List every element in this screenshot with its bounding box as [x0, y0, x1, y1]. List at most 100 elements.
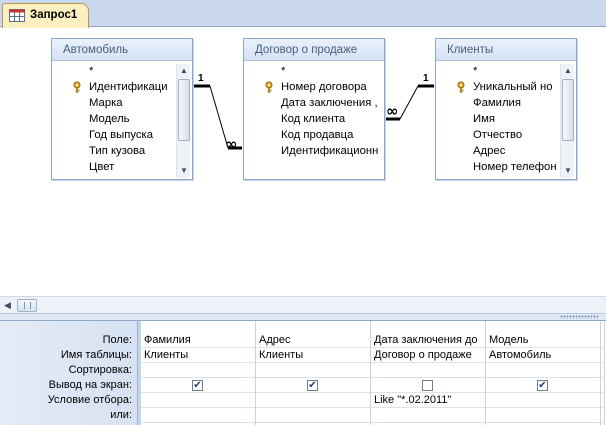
table-field[interactable]: * [244, 63, 384, 79]
grid-row-labels: Поле: Имя таблицы: Сортировка: Вывод на … [0, 321, 138, 425]
field-name: Код продавца [281, 129, 354, 141]
grid-cell-sort[interactable] [256, 363, 370, 378]
scroll-up-icon[interactable]: ▲ [177, 64, 191, 78]
grid-cell-criteria[interactable] [601, 393, 604, 408]
table-field[interactable]: Цвет [52, 159, 176, 175]
table-dogovor-o-prodazhe[interactable]: Договор о продаже * Номер договора Дата за… [243, 38, 385, 180]
table-field[interactable]: * [436, 63, 560, 79]
grid-cell-or[interactable] [141, 408, 255, 423]
field-name: Марка [89, 97, 123, 109]
show-checkbox[interactable] [422, 380, 433, 391]
grid-cell-criteria[interactable]: Like "*.02.2011" [371, 393, 485, 408]
field-list: * Уникальный но Фамилия Имя Отчество Адрес Ном… [436, 63, 560, 179]
primary-key-field[interactable]: Идентификаци [52, 79, 176, 95]
scroll-thumb[interactable] [562, 79, 574, 141]
grid-cell-or[interactable] [486, 408, 600, 423]
grid-cell-criteria[interactable] [486, 393, 600, 408]
tab-query1[interactable]: Запрос1 [2, 3, 89, 28]
table-field[interactable]: Код клиента [244, 111, 384, 127]
table-title[interactable]: Автомобиль [52, 39, 192, 61]
grid-cell-criteria[interactable] [256, 393, 370, 408]
grid-column[interactable]: Дата заключения до Договор о продаже Like … [371, 321, 486, 425]
row-label-criteria: Условие отбора: [47, 394, 132, 406]
grid-cell-criteria[interactable] [141, 393, 255, 408]
table-field[interactable]: Фамилия [436, 95, 560, 111]
grid-cell-field[interactable]: Модель [486, 333, 600, 348]
design-area-horizontal-scrollbar[interactable]: ◀ [0, 296, 606, 313]
table-field[interactable]: Адрес [436, 143, 560, 159]
grid-cell-field[interactable]: Дата заключения до [371, 333, 485, 348]
grid-column[interactable]: Адрес Клиенты [256, 321, 371, 425]
scroll-down-icon[interactable]: ▼ [177, 164, 191, 178]
show-checkbox[interactable] [307, 380, 318, 391]
table-field[interactable]: Имя [436, 111, 560, 127]
table-field[interactable]: Год выпуска [52, 127, 176, 143]
grid-column[interactable]: Фамилия Клиенты [141, 321, 256, 425]
join-one-label: 1 [423, 73, 429, 84]
query-design-area[interactable]: 1 ∞ 1 ∞ Автомобиль * Идентификаци Марка Мод… [0, 28, 606, 296]
grid-cell-or[interactable] [256, 408, 370, 423]
field-name: Номер телефон [473, 161, 557, 173]
primary-key-field[interactable]: Уникальный но [436, 79, 560, 95]
grid-cell-sort[interactable] [141, 363, 255, 378]
field-name: Идентификаци [89, 81, 168, 93]
primary-key-field[interactable]: Номер договора [244, 79, 384, 95]
table-field[interactable]: Номер телефон [436, 159, 560, 175]
splitter-grip-icon [560, 315, 598, 319]
grid-column[interactable]: Модель Автомобиль [486, 321, 601, 425]
scroll-down-icon[interactable]: ▼ [561, 164, 575, 178]
query-design-grid[interactable]: Поле: Имя таблицы: Сортировка: Вывод на … [0, 321, 606, 425]
grid-column[interactable] [601, 321, 605, 425]
table-field[interactable]: Код продавца [244, 127, 384, 143]
table-field[interactable]: * [52, 63, 176, 79]
grid-cell-table[interactable]: Автомобиль [486, 348, 600, 363]
grid-cell-show[interactable] [601, 378, 604, 393]
grid-cell-table[interactable]: Клиенты [256, 348, 370, 363]
grid-cell-show[interactable] [371, 378, 485, 393]
scroll-up-icon[interactable]: ▲ [561, 64, 575, 78]
show-checkbox[interactable] [537, 380, 548, 391]
grid-cell-sort[interactable] [601, 363, 604, 378]
table-field[interactable]: Тип кузова [52, 143, 176, 159]
field-list: * Идентификаци Марка Модель Год выпуска Тип к… [52, 63, 176, 179]
grip-icon [24, 302, 31, 309]
field-name: Фамилия [473, 97, 521, 109]
row-label-sort: Сортировка: [68, 364, 132, 376]
grid-cell-or[interactable] [371, 408, 485, 423]
table-field[interactable]: Дата заключения , [244, 95, 384, 111]
table-field[interactable]: Марка [52, 95, 176, 111]
table-field[interactable]: Идентификационн [244, 143, 384, 159]
pane-splitter[interactable] [0, 313, 606, 321]
field-name: Адрес [473, 145, 506, 157]
table-avtomobil[interactable]: Автомобиль * Идентификаци Марка Модель Год в… [51, 38, 193, 180]
grid-cell-show[interactable] [486, 378, 600, 393]
grid-cell-show[interactable] [256, 378, 370, 393]
table-field[interactable]: Модель [52, 111, 176, 127]
row-label-field: Поле: [102, 334, 132, 346]
field-list-scrollbar[interactable]: ▲ ▼ [560, 64, 574, 178]
primary-key-icon [265, 81, 273, 93]
table-title[interactable]: Клиенты [436, 39, 576, 61]
table-klienty[interactable]: Клиенты * Уникальный но Фамилия Имя Отчество… [435, 38, 577, 180]
field-name: Уникальный но [473, 81, 553, 93]
grid-cell-table[interactable]: Клиенты [141, 348, 255, 363]
table-title[interactable]: Договор о продаже [244, 39, 384, 61]
grid-cell-field[interactable]: Адрес [256, 333, 370, 348]
scroll-left-icon[interactable]: ◀ [4, 300, 11, 311]
row-label-show: Вывод на экран: [48, 379, 132, 391]
join-many-label: ∞ [386, 102, 399, 120]
grid-cell-sort[interactable] [371, 363, 485, 378]
show-checkbox[interactable] [192, 380, 203, 391]
grid-cell-field[interactable]: Фамилия [141, 333, 255, 348]
row-label-or: или: [110, 409, 132, 421]
scroll-thumb[interactable] [17, 299, 37, 312]
field-list-scrollbar[interactable]: ▲ ▼ [176, 64, 190, 178]
grid-cell-show[interactable] [141, 378, 255, 393]
grid-cell-table[interactable] [601, 348, 604, 363]
grid-cell-table[interactable]: Договор о продаже [371, 348, 485, 363]
table-field[interactable]: Отчество [436, 127, 560, 143]
grid-cell-or[interactable] [601, 408, 604, 423]
scroll-thumb[interactable] [178, 79, 190, 141]
grid-cell-field[interactable] [601, 333, 604, 348]
grid-cell-sort[interactable] [486, 363, 600, 378]
